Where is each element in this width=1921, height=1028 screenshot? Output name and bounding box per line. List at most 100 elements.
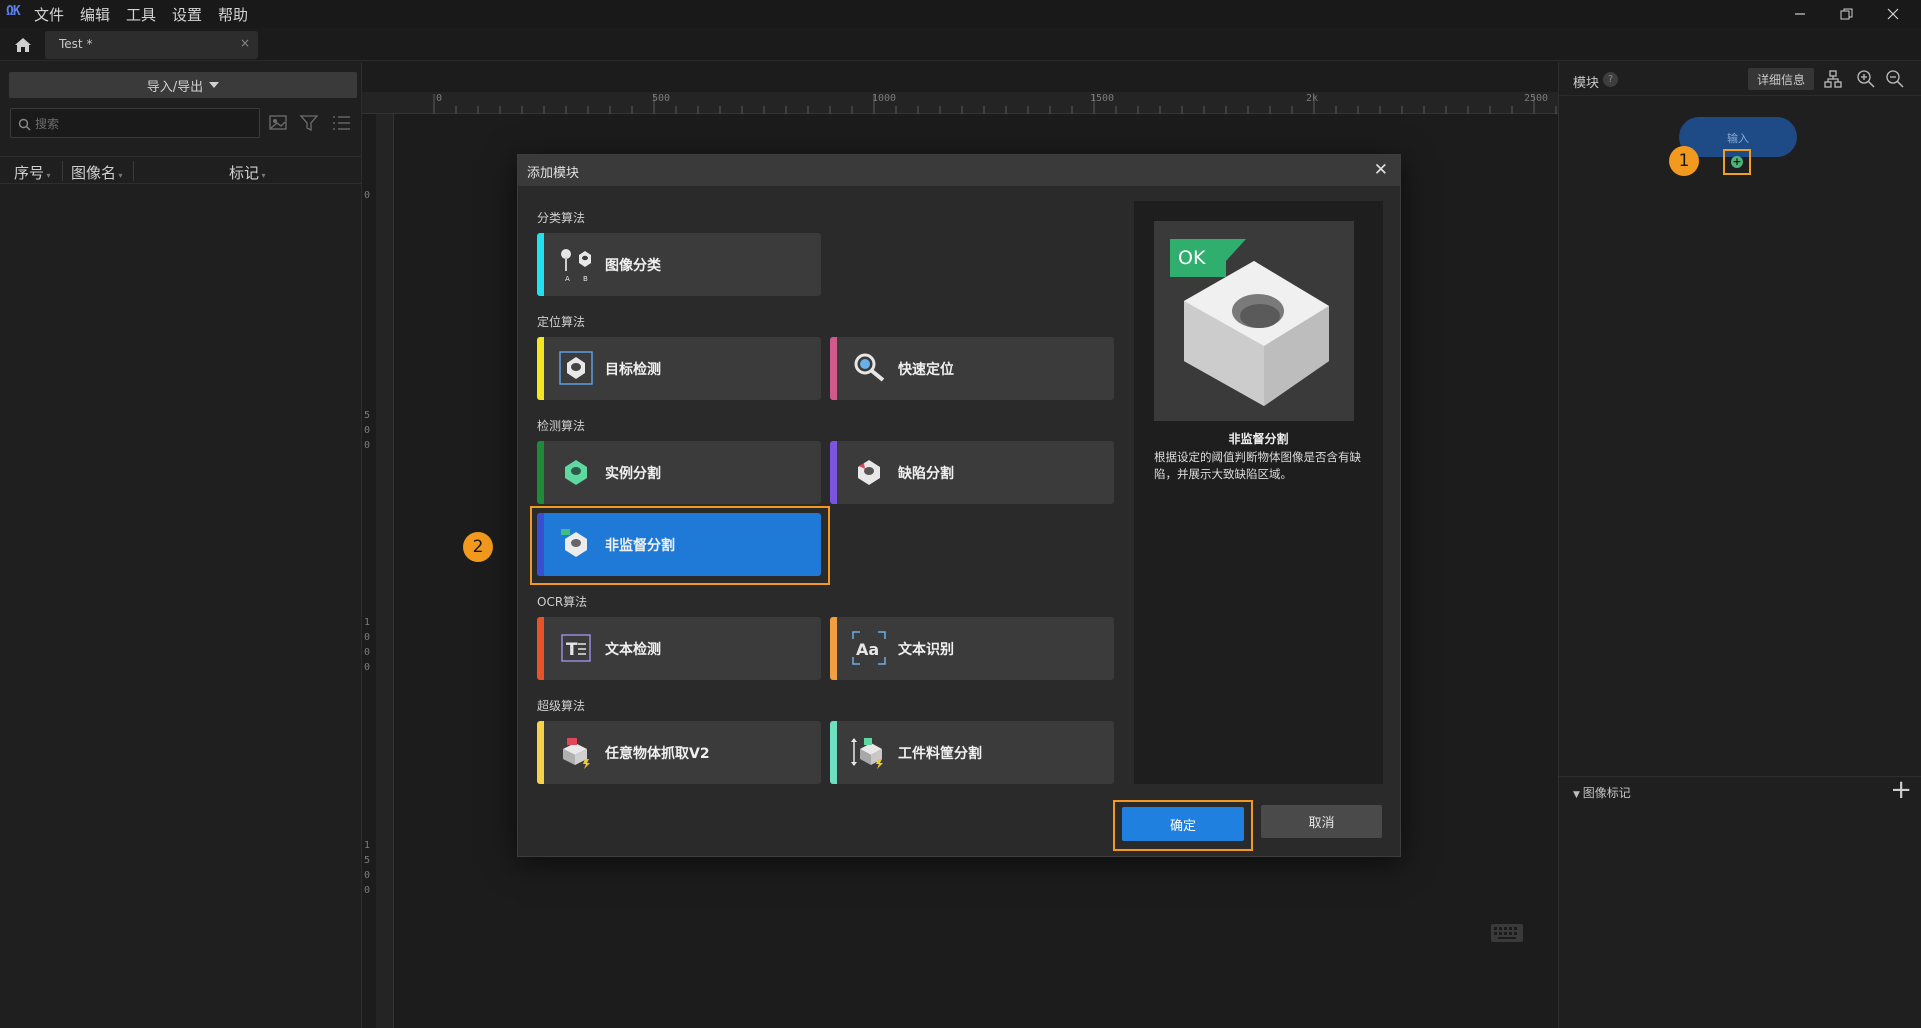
module-label: 工件料筐分割 [898,746,982,762]
module-bin-segmentation[interactable]: 工件料筐分割 [830,721,1114,784]
ruler-label: 2k [1306,93,1319,104]
minimize-icon[interactable] [1777,0,1823,28]
module-label: 任意物体抓取V2 [605,746,710,762]
svg-text:T: T [566,640,578,660]
column-mark-label: 标记 [229,164,260,182]
list-header: 序号 ▾ 图像名 ▾ 标记 ▾ [0,156,362,184]
menu-tools[interactable]: 工具 [126,4,156,25]
tab-bar: Test * × [0,28,1921,61]
module-instance-segmentation[interactable]: 实例分割 [537,441,821,504]
column-separator [133,161,134,181]
ruler-label: 0 [364,632,371,643]
preview-image: OK [1154,221,1354,421]
ruler-label: 0 [364,190,371,201]
app-logo: ΩK [6,4,21,19]
module-stripe [830,441,837,504]
ruler-label: 1000 [872,93,897,104]
dialog-titlebar: 添加模块 ✕ [518,155,1400,186]
module-object-picking-v2[interactable]: 任意物体抓取V2 [537,721,821,784]
confirm-button[interactable]: 确定 [1122,807,1244,841]
column-index-label: 序号 [14,164,45,182]
ruler-label: 0 [364,425,371,436]
ruler-label: 0 [364,440,371,451]
search-icon [18,116,31,135]
image-mark-section[interactable]: ▼ 图像标记 + [1559,777,1921,805]
module-stripe [830,721,837,784]
module-stripe [537,337,544,400]
svg-text:A: A [565,275,570,283]
module-fast-positioning[interactable]: 快速定位 [830,337,1114,400]
ruler-label: 1 [364,617,371,628]
keyboard-icon[interactable] [1490,922,1524,944]
top-ruler: 0 500 1000 1500 2k 2500 [362,92,1558,114]
module-stripe [537,721,544,784]
search-input[interactable] [35,114,245,134]
column-mark[interactable]: 标记 ▾ [229,162,266,183]
add-mark-icon[interactable]: + [1890,777,1912,803]
category-classification: 分类算法 [537,211,586,225]
module-label: 缺陷分割 [898,466,954,482]
module-stripe [830,337,837,400]
module-stripe [537,617,544,680]
preview-module-name: 非监督分割 [1228,432,1289,446]
column-image-name-label: 图像名 [71,164,117,182]
category-localization: 定位算法 [537,315,586,329]
menu-settings[interactable]: 设置 [172,4,202,25]
module-stripe [537,441,544,504]
ruler-label: 0 [364,647,371,658]
list-view-icon[interactable] [331,112,353,134]
pin-nut-ab-icon: AB [557,245,595,283]
column-image-name[interactable]: 图像名 ▾ [71,162,123,183]
filter-icon[interactable] [299,112,321,134]
module-panel-header: 模块 ? 详细信息 [1559,62,1921,96]
close-window-icon[interactable] [1870,0,1916,28]
module-label: 文本识别 [898,642,954,658]
home-icon[interactable] [12,34,34,56]
module-text-recognition[interactable]: Aa 文本识别 [830,617,1114,680]
bin-segment-icon [850,733,888,771]
module-label: 快速定位 [898,362,954,378]
step-marker-2: 2 [463,532,493,562]
module-stripe [830,617,837,680]
search-box[interactable] [10,108,260,138]
hierarchy-icon[interactable] [1823,69,1843,89]
preview-module-description: 根据设定的阈值判断物体图像是否含有缺陷，并展示大致缺陷区域。 [1154,450,1361,481]
zoom-out-icon[interactable] [1885,69,1905,89]
cancel-button[interactable]: 取消 [1261,805,1382,838]
category-ocr: OCR算法 [537,595,588,609]
module-stripe [537,233,544,296]
image-list-panel: 导入/导出 序号 ▾ 图像名 ▾ 标记 ▾ [0,62,362,1028]
ruler-label: 0 [436,93,443,104]
module-preview-panel: OK 非监督分割 根据设定的阈值判断物体图像是否含有缺陷，并展示大致缺陷区域。 [1134,201,1383,784]
module-image-classification[interactable]: AB 图像分类 [537,233,821,296]
import-export-button[interactable]: 导入/导出 [9,72,357,98]
detail-info-button[interactable]: 详细信息 [1748,68,1814,90]
ruler-label: 1500 [1090,93,1115,104]
module-label: 文本检测 [605,642,661,658]
svg-text:B: B [583,275,588,283]
menu-help[interactable]: 帮助 [218,4,248,25]
zoom-in-icon[interactable] [1856,69,1876,89]
module-text-detection[interactable]: T 文本检测 [537,617,821,680]
ruler-label: 500 [652,93,671,104]
dialog-close-icon[interactable]: ✕ [1374,160,1388,180]
tab-close-icon[interactable]: × [240,36,250,50]
menu-edit[interactable]: 编辑 [80,4,110,25]
add-module-port[interactable]: + [1723,149,1751,175]
svg-text:Aa: Aa [856,640,879,659]
menu-bar: ΩK 文件 编辑 工具 设置 帮助 [0,0,1921,28]
import-export-label: 导入/导出 [146,79,204,95]
module-object-detection[interactable]: 目标检测 [537,337,821,400]
image-filter-icon[interactable] [268,112,290,134]
help-icon[interactable]: ? [1603,72,1618,87]
module-defect-segmentation[interactable]: 缺陷分割 [830,441,1114,504]
ruler-label: 5 [364,410,371,421]
column-index[interactable]: 序号 ▾ [14,162,51,183]
restore-icon[interactable] [1823,0,1869,28]
ruler-label: 0 [364,885,371,896]
menu-file[interactable]: 文件 [34,4,64,25]
selection-highlight-frame [530,506,830,585]
tab-label: Test * [59,37,93,51]
tab-test[interactable]: Test * × [45,31,258,59]
ruler-label: 2500 [1524,93,1549,104]
